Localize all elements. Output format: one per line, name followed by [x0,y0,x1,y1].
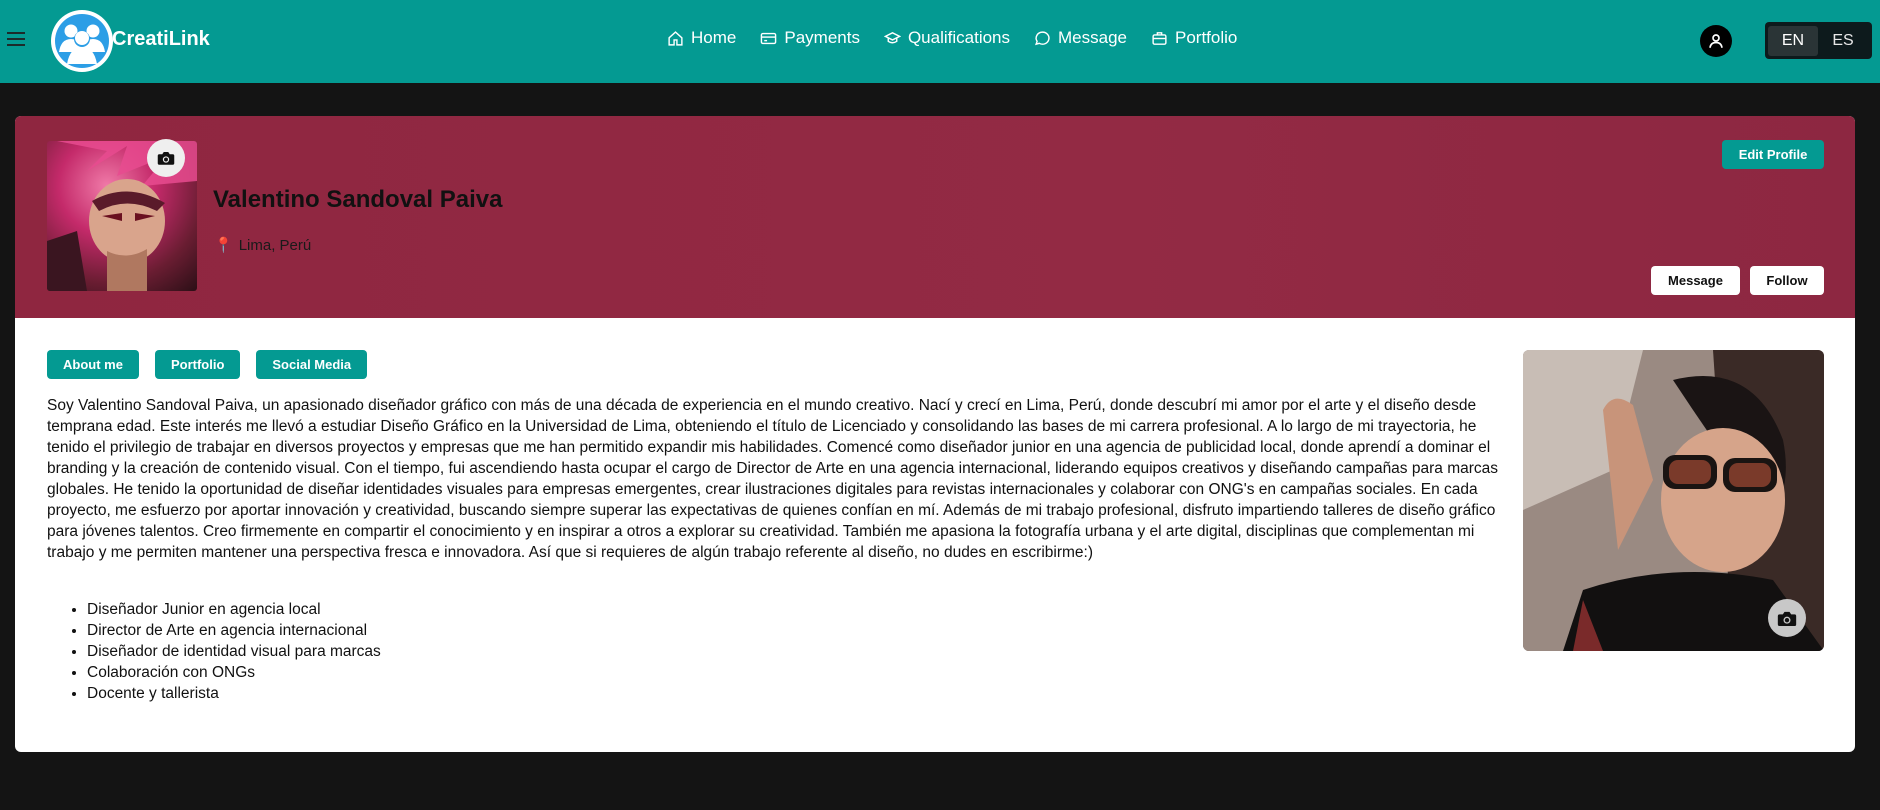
list-item: Diseñador de identidad visual para marca… [87,641,381,662]
chat-bubble-icon [1035,30,1050,45]
change-avatar-button[interactable] [147,139,185,177]
nav-portfolio-label: Portfolio [1175,28,1238,47]
nav-message-label: Message [1058,28,1127,47]
profile-card: Valentino Sandoval Paiva 📍 Lima, Perú Ed… [15,116,1855,752]
tab-portfolio[interactable]: Portfolio [154,350,241,379]
hamburger-menu-icon[interactable] [7,32,25,47]
experience-list: Diseñador Junior en agencia local Direct… [87,599,381,704]
location-pin-icon: 📍 [214,237,233,254]
profile-tabs: About me Portfolio Social Media [47,350,383,379]
language-option-en[interactable]: EN [1768,25,1818,56]
edit-profile-button[interactable]: Edit Profile [1722,140,1824,169]
list-item: Director de Arte en agencia internaciona… [87,620,381,641]
follow-button[interactable]: Follow [1750,266,1824,295]
nav-message[interactable]: Message [1034,28,1127,48]
nav-qualifications[interactable]: Qualifications [883,28,1011,48]
main-nav: Home Payments Qualifications Message Por… [667,28,1261,48]
nav-payments[interactable]: Payments [760,28,860,48]
briefcase-icon [1152,31,1167,45]
profile-location-text: Lima, Perú [238,236,312,254]
tab-about-me[interactable]: About me [47,350,139,379]
nav-home[interactable]: Home [667,28,736,48]
credit-card-icon [761,32,777,44]
camera-icon [157,152,175,165]
message-button[interactable]: Message [1651,266,1740,295]
camera-icon [1777,611,1797,626]
graduation-cap-icon [883,31,901,43]
user-icon [1709,34,1723,48]
profile-banner [15,116,1855,318]
brand-logo-icon[interactable] [51,10,113,72]
nav-home-label: Home [691,28,737,47]
tab-social-media[interactable]: Social Media [256,350,368,379]
list-item: Diseñador Junior en agencia local [87,599,381,620]
profile-location: 📍 Lima, Perú [214,236,312,255]
home-icon [668,30,683,46]
change-photo-button[interactable] [1768,599,1806,637]
about-me-text: Soy Valentino Sandoval Paiva, un apasion… [47,397,1499,561]
nav-portfolio[interactable]: Portfolio [1151,28,1237,48]
top-navbar: CreatiLink Home Payments Qualifications … [0,0,1880,83]
profile-name: Valentino Sandoval Paiva [213,186,503,213]
language-switcher: EN ES [1765,22,1872,59]
brand-name[interactable]: CreatiLink [112,28,210,51]
nav-payments-label: Payments [784,28,860,47]
list-item: Docente y tallerista [87,683,381,704]
list-item: Colaboración con ONGs [87,662,381,683]
user-account-button[interactable] [1700,25,1732,57]
language-option-es[interactable]: ES [1818,26,1868,56]
nav-qualifications-label: Qualifications [907,28,1011,47]
